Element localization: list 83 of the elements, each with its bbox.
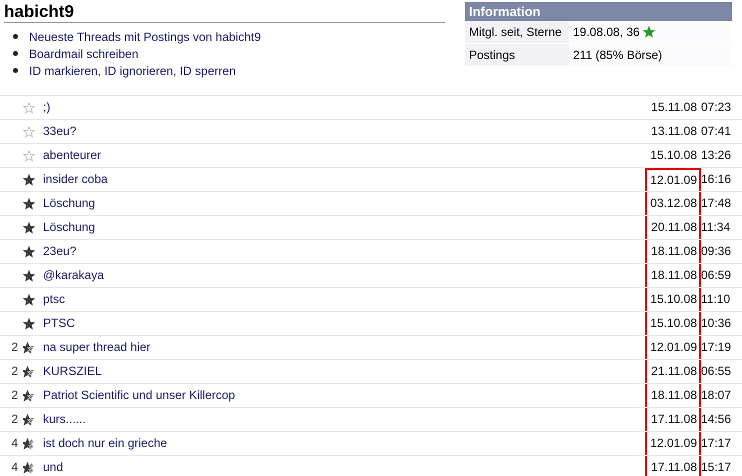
time-text: 17:48: [701, 195, 732, 212]
thread-link[interactable]: ptsc: [43, 292, 66, 306]
date-text: 21.11.08: [645, 360, 701, 383]
info-value: 211 (85% Börse): [573, 48, 662, 62]
star-icon: [642, 26, 655, 38]
profile-link[interactable]: Boardmail schreiben: [29, 46, 138, 60]
thread-link[interactable]: abenteurer: [43, 148, 102, 162]
star-icon: [23, 294, 35, 306]
star-icon: [23, 462, 35, 474]
reply-count: 4: [11, 436, 18, 450]
profile-link[interactable]: ID markieren, ID ignorieren, ID sperren: [29, 64, 236, 78]
time-text: 11:10: [701, 291, 732, 308]
info-label: Postings: [465, 44, 569, 66]
star-icon: [23, 318, 35, 330]
time-text: 17:19: [701, 339, 732, 356]
thread-link[interactable]: insider coba: [43, 172, 108, 186]
thread-link[interactable]: Löschung: [43, 196, 96, 210]
thread-link[interactable]: @karakaya: [43, 268, 104, 282]
time-text: 06:55: [701, 363, 732, 380]
reply-count: 2: [11, 388, 18, 402]
thread-link[interactable]: Patriot Scientific und unser Killercop: [43, 388, 236, 402]
date-text: 15.10.08: [649, 147, 698, 164]
thread-link[interactable]: ;): [43, 100, 50, 114]
time-text: 13:26: [701, 147, 732, 164]
date-text: 17.11.08: [645, 456, 701, 476]
star-icon: [23, 150, 35, 162]
star-icon: [23, 438, 35, 450]
thread-link[interactable]: 23eu?: [43, 244, 76, 258]
date-text: 20.11.08: [645, 216, 701, 239]
star-icon: [23, 102, 35, 114]
time-text: 11:34: [701, 219, 732, 236]
bullet-icon: [13, 51, 18, 56]
time-text: 07:23: [701, 99, 732, 116]
star-icon: [23, 414, 35, 426]
date-text: 18.11.08: [645, 240, 701, 263]
bullet-icon: [13, 68, 18, 73]
thread-link[interactable]: na super thread hier: [43, 340, 150, 354]
info-label: Mitgl. seit, Sterne: [465, 21, 569, 43]
date-text: 12.01.09: [645, 168, 701, 191]
date-text: 12.01.09: [645, 336, 701, 359]
thread-link[interactable]: ist doch nur ein grieche: [43, 436, 168, 450]
time-text: 07:41: [701, 123, 732, 140]
bullet-icon: [13, 34, 18, 39]
profile-link[interactable]: Neueste Threads mit Postings von habicht9: [29, 30, 261, 44]
star-icon: [23, 390, 35, 402]
star-icon: [23, 126, 35, 138]
star-icon: [23, 198, 35, 210]
thread-link[interactable]: und: [43, 460, 64, 474]
time-text: 18:07: [701, 387, 732, 404]
date-text: 18.11.08: [645, 384, 701, 407]
reply-count: 2: [11, 340, 18, 354]
star-icon: [23, 174, 35, 186]
star-icon: [23, 246, 35, 258]
reply-count: 4: [11, 460, 18, 474]
time-text: 10:36: [701, 315, 732, 332]
date-text: 15.11.08: [650, 99, 698, 116]
time-text: 16:16: [701, 171, 732, 188]
info-heading: Information: [465, 2, 732, 21]
date-text: 15.10.08: [645, 288, 701, 311]
thread-link[interactable]: KURSZIEL: [43, 364, 102, 378]
time-text: 06:59: [701, 267, 732, 284]
thread-link[interactable]: kurs......: [43, 412, 86, 426]
star-icon: [23, 342, 35, 354]
date-text: 03.12.08: [645, 192, 701, 215]
thread-link[interactable]: Löschung: [43, 220, 96, 234]
date-text: 13.11.08: [650, 123, 698, 140]
date-text: 17.11.08: [645, 408, 701, 431]
star-icon: [23, 222, 35, 234]
star-icon: [23, 270, 35, 282]
thread-link[interactable]: PTSC: [43, 316, 76, 330]
date-text: 18.11.08: [645, 264, 701, 287]
time-text: 09:36: [701, 243, 732, 260]
time-text: 15:17: [701, 459, 732, 476]
time-text: 14:56: [701, 411, 732, 428]
thread-link[interactable]: 33eu?: [43, 124, 76, 138]
user-title: habicht9: [4, 2, 445, 23]
star-icon: [23, 366, 35, 378]
reply-count: 2: [11, 412, 18, 426]
time-text: 17:17: [701, 435, 732, 452]
info-value: 19.08.08, 36: [573, 25, 640, 39]
date-text: 12.01.09: [645, 432, 701, 455]
date-text: 15.10.08: [645, 312, 701, 335]
reply-count: 2: [11, 364, 18, 378]
